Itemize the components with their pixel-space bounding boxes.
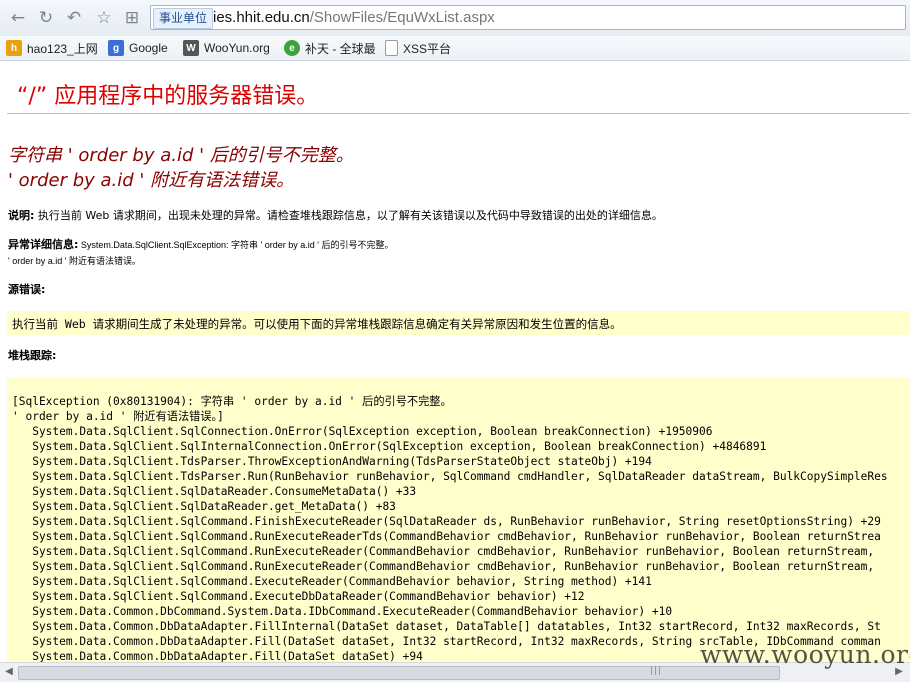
stack-trace-line: System.Data.SqlClient.SqlCommand.FinishE… xyxy=(12,515,881,528)
stack-trace-line: [SqlException (0x80131904): 字符串 ' order … xyxy=(12,395,452,408)
stack-trace-line: System.Data.SqlClient.SqlCommand.Execute… xyxy=(12,575,652,588)
stack-trace-line: System.Data.SqlClient.SqlConnection.OnEr… xyxy=(12,425,713,438)
description-label: 说明: xyxy=(8,209,35,222)
stack-trace-line: ' order by a.id ' 附近有语法错误。] xyxy=(12,410,224,423)
source-label: 源错误: xyxy=(8,283,46,296)
exception-label: 异常详细信息: xyxy=(8,238,79,251)
source-error-text: 执行当前 Web 请求期间生成了未处理的异常。可以使用下面的异常堆栈跟踪信息确定… xyxy=(12,317,622,331)
scroll-thumb[interactable] xyxy=(18,666,780,680)
bookmark-label: 补天 - 全球最 xyxy=(305,41,376,56)
back-icon[interactable]: ← xyxy=(7,7,29,29)
stack-trace-line: System.Data.SqlClient.SqlCommand.RunExec… xyxy=(12,560,875,573)
hao123-icon: h xyxy=(6,40,22,56)
page-title: “/” 应用程序中的服务器错误。 xyxy=(17,84,319,109)
description-paragraph: 说明: 执行当前 Web 请求期间，出现未处理的异常。请检查堆栈跟踪信息，以了解… xyxy=(8,208,663,224)
undo-icon[interactable]: ↶ xyxy=(63,7,85,29)
star-icon[interactable]: ☆ xyxy=(93,7,115,29)
stack-trace-line: System.Data.SqlClient.SqlDataReader.Cons… xyxy=(12,485,417,498)
stack-trace-line: System.Data.SqlClient.TdsParser.ThrowExc… xyxy=(12,455,652,468)
bookmark-hao123[interactable]: h hao123_上网 xyxy=(6,39,98,57)
page-icon xyxy=(385,40,398,56)
bookmarks-bar: h hao123_上网 g Google W WooYun.org e 补天 -… xyxy=(0,36,910,61)
bookmark-xss[interactable]: XSS平台 xyxy=(385,39,451,57)
title-divider xyxy=(7,113,910,114)
bookmark-butian[interactable]: e 补天 - 全球最 xyxy=(284,39,376,57)
source-error-box: 执行当前 Web 请求期间生成了未处理的异常。可以使用下面的异常堆栈跟踪信息确定… xyxy=(7,311,910,335)
bookmark-google[interactable]: g Google xyxy=(108,39,168,57)
bookmark-label: WooYun.org xyxy=(204,41,270,55)
apps-grid-icon[interactable]: ⊞ xyxy=(121,7,143,29)
stack-trace-box: [SqlException (0x80131904): 字符串 ' order … xyxy=(7,378,910,681)
scroll-left-icon[interactable]: ◀ xyxy=(2,665,16,679)
butian-icon: e xyxy=(284,40,300,56)
bookmark-label: XSS平台 xyxy=(403,41,452,56)
url-path: /ShowFiles/EquWxList.aspx xyxy=(309,9,495,26)
browser-toolbar: ← ↻ ↶ ☆ ⊞ 事业单位 ies.hhit.edu.cn/ShowFiles… xyxy=(0,0,910,37)
url-host: ies.hhit.edu.cn xyxy=(213,9,310,26)
stack-trace-line: System.Data.SqlClient.SqlCommand.RunExec… xyxy=(12,530,881,543)
stack-trace-line: System.Data.SqlClient.SqlCommand.RunExec… xyxy=(12,545,875,558)
source-error-heading: 源错误: xyxy=(8,282,45,298)
grip-icon: ||| xyxy=(650,666,663,676)
error-headline-1: 字符串 ' order by a.id ' 后的引号不完整。 xyxy=(8,145,354,166)
exception-text: System.Data.SqlClient.SqlException: 字符串 … xyxy=(78,240,394,250)
url-text[interactable]: ies.hhit.edu.cn/ShowFiles/EquWxList.aspx xyxy=(213,6,495,29)
google-icon: g xyxy=(108,40,124,56)
stack-label: 堆栈跟踪: xyxy=(8,349,57,362)
error-headline-2: ' order by a.id ' 附近有语法错误。 xyxy=(8,170,295,191)
stack-trace-line: System.Data.SqlClient.SqlInternalConnect… xyxy=(12,440,767,453)
address-bar[interactable]: 事业单位 ies.hhit.edu.cn/ShowFiles/EquWxList… xyxy=(150,5,906,30)
stack-trace-text: [SqlException (0x80131904): 字符串 ' order … xyxy=(12,394,888,664)
stack-trace-line: System.Data.Common.DbCommand.System.Data… xyxy=(12,605,673,618)
description-text: 执行当前 Web 请求期间，出现未处理的异常。请检查堆栈跟踪信息，以了解有关该错… xyxy=(34,209,663,222)
site-category-badge[interactable]: 事业单位 xyxy=(153,8,214,29)
stack-trace-heading: 堆栈跟踪: xyxy=(8,348,56,364)
stack-trace-line: System.Data.SqlClient.SqlCommand.Execute… xyxy=(12,590,585,603)
wooyun-icon: W xyxy=(183,40,199,56)
exception-details: 异常详细信息: System.Data.SqlClient.SqlExcepti… xyxy=(8,237,393,269)
refresh-icon[interactable]: ↻ xyxy=(35,7,57,29)
bookmark-label: Google xyxy=(129,41,168,55)
stack-trace-line: System.Data.Common.DbDataAdapter.FillInt… xyxy=(12,620,881,633)
stack-trace-line: System.Data.SqlClient.SqlDataReader.get_… xyxy=(12,500,396,513)
bookmark-wooyun[interactable]: W WooYun.org xyxy=(183,39,270,57)
error-page: “/” 应用程序中的服务器错误。 字符串 ' order by a.id ' 后… xyxy=(0,61,910,681)
stack-trace-line: System.Data.SqlClient.TdsParser.Run(RunB… xyxy=(12,470,888,483)
exception-text-2: ' order by a.id ' 附近有语法错误。 xyxy=(8,256,141,266)
watermark: www.wooyun.org xyxy=(700,640,910,669)
bookmark-label: hao123_上网 xyxy=(27,41,98,56)
